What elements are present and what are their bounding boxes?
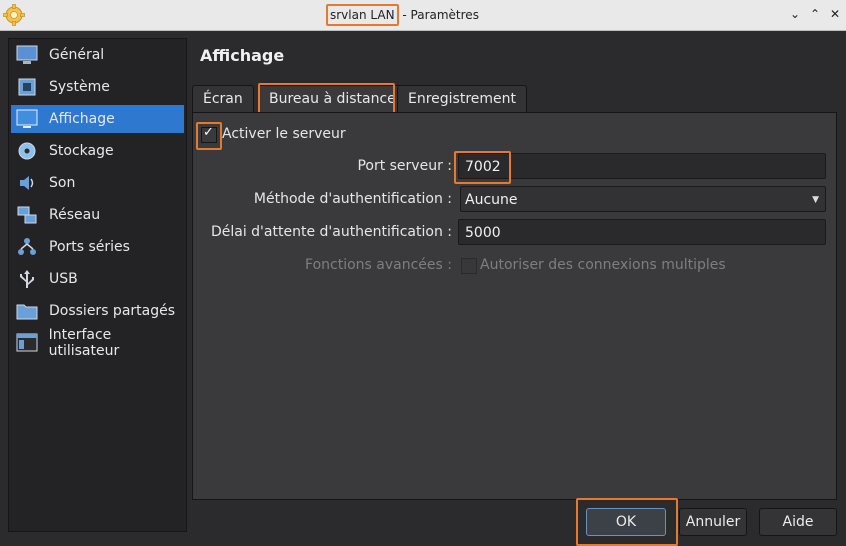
port-value: 7002: [465, 159, 501, 175]
sidebar-item-system[interactable]: Système: [11, 73, 184, 101]
auth-timeout-value: 5000: [465, 225, 501, 241]
sidebar-item-storage[interactable]: Stockage: [11, 137, 184, 165]
usb-icon: [15, 267, 39, 291]
shared-folders-icon: [15, 299, 39, 323]
sidebar-item-shared-folders[interactable]: Dossiers partagés: [11, 297, 184, 325]
network-icon: [15, 203, 39, 227]
auth-method-value: Aucune: [465, 192, 518, 208]
sidebar-item-serial-ports[interactable]: Ports séries: [11, 233, 184, 261]
sidebar-item-audio[interactable]: Son: [11, 169, 184, 197]
sidebar-item-user-interface[interactable]: Interface utilisateur: [11, 327, 184, 359]
auth-method-select[interactable]: Aucune ▼: [460, 186, 826, 212]
maximize-button[interactable]: ⌃: [806, 5, 824, 23]
sidebar-item-label: Stockage: [49, 143, 114, 159]
auth-method-label: Méthode d'authentification :: [253, 191, 452, 207]
chevron-down-icon: ▼: [812, 195, 819, 205]
sidebar-item-display[interactable]: Affichage: [11, 105, 184, 133]
tab-remote-desktop[interactable]: Bureau à distance: [258, 85, 407, 113]
sidebar-item-label: Interface utilisateur: [48, 327, 120, 359]
window-title-vm-name: srvlan LAN: [326, 4, 399, 26]
window-title-suffix: - Paramètres: [402, 8, 479, 22]
cancel-button[interactable]: Annuler: [679, 508, 747, 536]
storage-icon: [15, 139, 39, 163]
sidebar-item-label: Dossiers partagés: [49, 303, 176, 319]
sidebar-item-label: Son: [49, 175, 76, 191]
sidebar-item-label: Général: [49, 47, 105, 63]
enable-server-checkbox[interactable]: ✓: [201, 125, 217, 143]
tab-recording[interactable]: Enregistrement: [397, 85, 528, 113]
tab-screen[interactable]: Écran: [192, 85, 254, 113]
auth-timeout-label: Délai d'attente d'authentification :: [210, 224, 452, 240]
multi-connections-checkbox[interactable]: [461, 258, 477, 274]
display-icon: [15, 107, 39, 131]
virtualbox-gear-icon: [3, 4, 25, 26]
enable-server-label[interactable]: Activer le serveur: [222, 126, 346, 142]
sidebar-item-label: Affichage: [49, 111, 115, 127]
multi-connections-label[interactable]: Autoriser des connexions multiples: [480, 257, 726, 273]
system-icon: [15, 75, 39, 99]
ok-button[interactable]: OK: [586, 508, 666, 536]
help-button[interactable]: Aide: [759, 508, 837, 536]
window-title: srvlan LAN - Paramètres: [326, 4, 479, 26]
advanced-label: Fonctions avancées :: [305, 257, 452, 273]
sidebar-item-label: Système: [49, 79, 110, 95]
auth-timeout-input[interactable]: 5000: [458, 219, 826, 245]
settings-sidebar: Général Système Affichage Stockage Son R…: [8, 38, 187, 532]
minimize-button[interactable]: ⌄: [786, 5, 804, 23]
sidebar-item-network[interactable]: Réseau: [11, 201, 184, 229]
serial-ports-icon: [15, 235, 39, 259]
general-icon: [15, 43, 39, 67]
port-label: Port serveur :: [357, 158, 452, 174]
sidebar-item-label: USB: [49, 271, 78, 287]
title-bar: srvlan LAN - Paramètres ⌄ ⌃ ✕: [0, 0, 846, 31]
close-button[interactable]: ✕: [826, 5, 844, 23]
port-input[interactable]: 7002: [458, 153, 826, 179]
page-title: Affichage: [200, 46, 285, 65]
sidebar-item-label: Réseau: [49, 207, 101, 223]
user-interface-icon: [15, 331, 39, 355]
sidebar-item-usb[interactable]: USB: [11, 265, 184, 293]
sidebar-item-general[interactable]: Général: [11, 41, 184, 69]
sidebar-item-label: Ports séries: [49, 239, 130, 255]
audio-icon: [15, 171, 39, 195]
checkmark-icon: ✓: [203, 125, 214, 140]
